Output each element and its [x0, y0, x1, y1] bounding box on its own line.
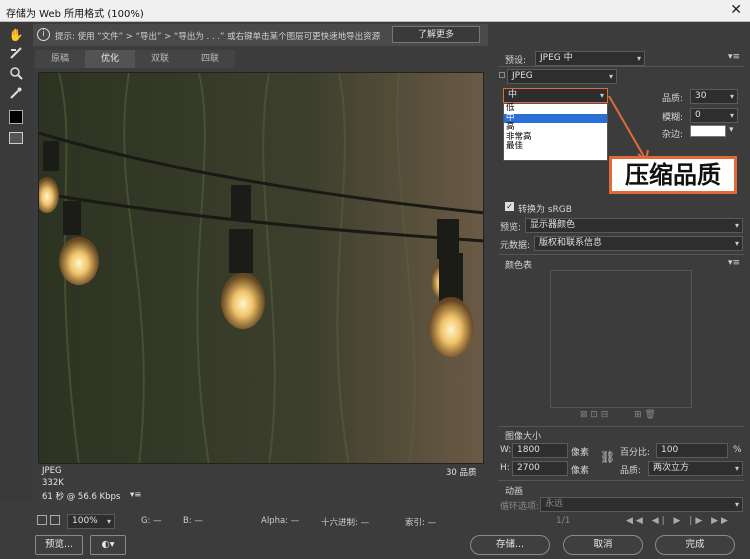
matte-color-swatch[interactable]: [690, 125, 726, 137]
info-icon: i: [37, 28, 50, 41]
eyedropper-tool-icon[interactable]: [6, 86, 26, 104]
done-button[interactable]: 完成: [655, 535, 735, 555]
compression-quality-options: 低 中 高 非常高 最佳: [503, 103, 608, 161]
convert-srgb-checkbox[interactable]: ✓: [505, 202, 514, 211]
height-unit: 像素: [571, 466, 590, 476]
width-unit: 像素: [571, 448, 590, 458]
width-input[interactable]: 1800: [512, 443, 568, 458]
percent-input[interactable]: 100: [656, 443, 728, 458]
tool-strip: ✋: [0, 22, 33, 502]
compression-quality-select[interactable]: 中 ▾: [503, 88, 608, 103]
color-table-label: 颜色表: [505, 261, 533, 271]
height-input[interactable]: 2700: [512, 461, 568, 476]
close-icon[interactable]: ✕: [730, 2, 742, 18]
zoom-out-icon[interactable]: [37, 515, 47, 525]
resample-quality-select[interactable]: 两次立方 ▾: [648, 461, 743, 476]
string-lights-photo: [39, 73, 483, 463]
animation-controls[interactable]: ◀◀ ◀| ▶ |▶ ▶▶: [626, 516, 731, 526]
color-table-menu-icon[interactable]: ▾≡: [728, 258, 740, 268]
readout-g: G: —: [141, 516, 162, 526]
hand-tool-icon[interactable]: ✋: [6, 26, 26, 44]
optimized-format: JPEG: [42, 466, 62, 476]
preset-select[interactable]: JPEG 中 ▾: [535, 51, 645, 66]
preview-button[interactable]: 预览...: [35, 535, 83, 555]
preview-color-select[interactable]: 显示器颜色 ▾: [525, 218, 743, 233]
zoom-level-select[interactable]: 100% ▾: [67, 514, 115, 529]
blur-input[interactable]: 0 ▾: [690, 108, 738, 123]
option-medium[interactable]: 中: [504, 113, 607, 123]
quality-note: 30 品质: [446, 468, 477, 478]
tab-2-up[interactable]: 双联: [135, 50, 185, 68]
compression-quality-callout: 压缩品质: [609, 156, 737, 194]
color-table: [550, 270, 692, 408]
matte-label: 杂边:: [662, 130, 684, 140]
blur-label: 模糊:: [662, 113, 684, 123]
status-bar: 100% ▾ G: — B: — Alpha: — 十六进制: — 索引: —: [33, 512, 488, 530]
readout-hex: 十六进制: —: [321, 518, 370, 528]
quality-label: 品质:: [662, 94, 684, 104]
convert-srgb-label: 转换为 sRGB: [518, 205, 572, 215]
preview-label: 预览:: [500, 223, 522, 233]
animation-label: 动画: [505, 487, 524, 497]
matte-dropdown-icon[interactable]: ▾: [729, 125, 734, 135]
option-maximum[interactable]: 最佳: [504, 141, 607, 152]
slice-select-tool-icon[interactable]: [6, 46, 26, 64]
view-tabs: 原稿 优化 双联 四联: [35, 50, 485, 68]
tab-original[interactable]: 原稿: [35, 50, 85, 68]
option-low[interactable]: 低: [504, 103, 607, 114]
height-label: H:: [500, 463, 510, 473]
image-preview[interactable]: [38, 72, 484, 464]
resample-quality-label: 品质:: [620, 466, 642, 476]
image-size-label: 图像大小: [505, 432, 542, 442]
tab-optimized[interactable]: 优化: [85, 50, 135, 68]
width-label: W:: [500, 445, 512, 455]
learn-more-button[interactable]: 了解更多: [392, 26, 480, 43]
hint-text: 提示: 使用 “文件” > “导出” > “导出为 . . .” 或右键单击某个…: [55, 32, 381, 42]
metadata-label: 元数据:: [500, 241, 531, 251]
percent-label: 百分比:: [620, 448, 651, 458]
metadata-select[interactable]: 版权和联系信息 ▾: [534, 236, 743, 251]
frame-counter: 1/1: [556, 516, 571, 526]
file-format-select[interactable]: JPEG ▾: [507, 69, 617, 84]
zoom-in-icon[interactable]: [50, 515, 60, 525]
panel-menu-icon[interactable]: ▾≡: [728, 52, 740, 62]
tab-4-up[interactable]: 四联: [185, 50, 235, 68]
readout-index: 索引: —: [405, 518, 437, 528]
loop-options-label: 循环选项:: [500, 502, 540, 512]
link-dimensions-icon[interactable]: ⛓: [600, 450, 615, 464]
loop-options-select[interactable]: 永远 ▾: [540, 497, 743, 512]
zoom-tool-icon[interactable]: [6, 66, 26, 84]
preset-label: 预设:: [505, 56, 527, 66]
download-time: 61 秒 @ 56.6 Kbps: [42, 492, 121, 502]
percent-unit: %: [733, 445, 742, 455]
hint-bar: i 提示: 使用 “文件” > “导出” > “导出为 . . .” 或右键单击…: [33, 24, 488, 46]
window-title: 存储为 Web 所用格式 (100%): [6, 9, 144, 20]
readout-b: B: —: [183, 516, 203, 526]
cancel-button[interactable]: 取消: [563, 535, 643, 555]
optimized-file-size: 332K: [42, 478, 64, 488]
window-title-bar: 存储为 Web 所用格式 (100%) ✕: [0, 0, 750, 22]
section-toggle-icon[interactable]: [499, 72, 505, 78]
download-menu-icon[interactable]: ▾≡: [130, 490, 141, 500]
browser-preview-button[interactable]: ◐▾: [90, 535, 126, 555]
quality-input[interactable]: 30 ▾: [690, 89, 738, 104]
readout-alpha: Alpha: —: [261, 516, 300, 526]
eyedropper-color-swatch[interactable]: [9, 110, 23, 124]
save-button[interactable]: 存储...: [470, 535, 550, 555]
color-table-tools-icons[interactable]: ⊠ ⊡ ⊟ ⊞ 🗑: [580, 410, 656, 420]
toggle-slices-icon[interactable]: [9, 132, 23, 144]
